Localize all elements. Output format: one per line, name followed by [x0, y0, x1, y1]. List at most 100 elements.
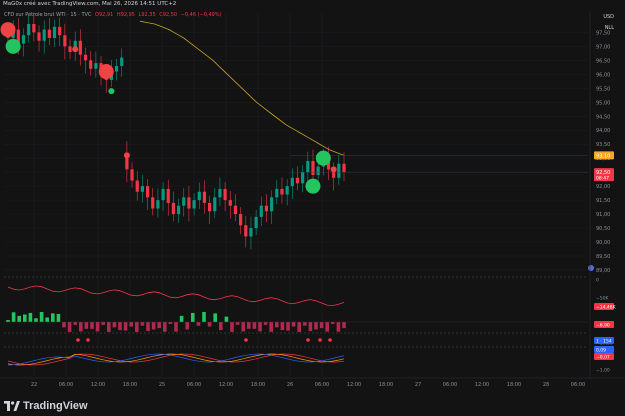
candle-body — [270, 197, 274, 212]
oscillator-line-0 — [7, 353, 345, 366]
candle-body — [58, 26, 62, 36]
volume-histogram-bar — [73, 322, 77, 325]
signal-marker — [306, 338, 310, 342]
signal-dot-down[interactable] — [72, 46, 79, 53]
signal-marker — [328, 338, 332, 342]
candle-body — [182, 197, 186, 206]
time-tick-label: 12:00 — [475, 382, 489, 388]
volume-histogram-bar — [252, 322, 257, 329]
candle-body — [264, 205, 269, 212]
candle-body — [187, 197, 191, 209]
candle-body — [301, 172, 305, 184]
volume-histogram-bar — [219, 322, 223, 331]
volume-histogram-bar — [247, 322, 251, 329]
legend-change: −0,46 (−0,49%) — [180, 12, 222, 18]
unit-badge[interactable]: NLL — [605, 25, 614, 31]
signal-marker — [244, 338, 248, 342]
indicator-axis-label: −6,90 — [596, 323, 610, 329]
candle-body — [311, 160, 315, 175]
volume-histogram-bar — [241, 322, 245, 332]
volume-histogram-bar — [280, 322, 285, 331]
volume-histogram-bar — [23, 314, 27, 322]
volume-histogram-bar — [45, 317, 49, 322]
signal-dot-down[interactable] — [98, 64, 114, 80]
price-tick-label: 96,00 — [596, 72, 610, 78]
time-tick-label: 26 — [287, 382, 293, 388]
tradingview-logo-icon — [4, 401, 20, 411]
signal-dot-up[interactable] — [108, 88, 115, 95]
price-tick-label: 94,00 — [596, 128, 610, 134]
alert-flag-icon[interactable] — [588, 265, 594, 271]
signal-dot-up[interactable] — [305, 178, 321, 194]
volume-histogram-bar — [331, 322, 335, 325]
time-tick-label: 06:00 — [59, 382, 73, 388]
candle-body — [254, 216, 258, 229]
indicator-axis-label: 0,09 — [596, 348, 606, 354]
volume-histogram-bar — [286, 322, 290, 331]
price-tick-label: 93,50 — [596, 142, 610, 148]
indicator-axis-label: −50K — [596, 296, 609, 302]
signal-dot-down[interactable] — [330, 166, 337, 173]
signal-dot-up[interactable] — [5, 38, 21, 54]
price-tag-label: 93,10 — [596, 153, 610, 159]
price-tick-label: 91,50 — [596, 198, 610, 204]
candle-body — [218, 188, 222, 198]
legend-high: H92,95 — [116, 12, 135, 18]
oscillator-line-1 — [7, 353, 345, 366]
candle-body — [223, 188, 227, 201]
legend-open: O92,91 — [95, 12, 114, 18]
signal-dot-down[interactable] — [123, 152, 130, 159]
candle-body — [114, 65, 119, 72]
price-tick-label: 96,50 — [596, 58, 610, 64]
indicator-axis-label: 0 — [596, 278, 599, 284]
volume-histogram-bar — [202, 312, 206, 322]
candle-body — [135, 180, 139, 192]
indicator-axis-label: 1 · 154 — [596, 339, 612, 345]
candle-body — [259, 205, 263, 217]
signal-dot-down[interactable] — [0, 22, 16, 38]
currency-label[interactable]: USD — [603, 14, 614, 20]
time-tick-label: 27 — [415, 382, 421, 388]
candle-body — [171, 202, 176, 215]
volume-histogram-bar — [129, 322, 133, 327]
volume-histogram-bar — [230, 322, 234, 332]
time-tick-label: 28 — [543, 382, 549, 388]
candle-body — [68, 46, 72, 52]
volume-histogram-bar — [297, 322, 301, 332]
candle-body — [342, 163, 346, 173]
volume-histogram-bar — [157, 322, 161, 329]
candle-body — [244, 225, 248, 237]
candle-body — [275, 188, 279, 198]
price-tick-label: 95,50 — [596, 86, 610, 92]
time-tick-label: 25 — [159, 382, 165, 388]
price-tick-label: 95,00 — [596, 100, 610, 106]
candle-body — [89, 60, 93, 69]
signal-marker — [318, 338, 322, 342]
volume-histogram-bar — [135, 322, 139, 332]
candle-body — [176, 205, 181, 215]
oscillator-line-2 — [7, 353, 345, 366]
volume-histogram-bar — [95, 322, 100, 332]
indicator-axis-label: −0,07 — [596, 355, 610, 361]
time-tick-label: 12:00 — [219, 382, 233, 388]
tradingview-logo[interactable]: TradingView — [4, 400, 88, 412]
candle-body — [32, 24, 36, 33]
legend-values: O92,91 H92,95 L92,35 C92,50 −0,46 (−0,49… — [93, 12, 222, 18]
chart-canvas[interactable]: 97,50 97,00 96,50 96,00 95,50 95,00 94,50 94,00… — [0, 0, 625, 416]
time-tick-label: 18:00 — [507, 382, 521, 388]
signal-marker — [86, 338, 90, 342]
candle-body — [166, 188, 170, 203]
signal-dot-up[interactable] — [315, 150, 331, 166]
candle-body — [78, 40, 82, 55]
price-tick-label: 94,50 — [596, 114, 610, 120]
volume-histogram-bar — [56, 313, 61, 322]
attribution-bar: MaG0x créé avec TradingView.com, Mai 26,… — [0, 0, 625, 9]
price-tick-label: 89,00 — [596, 268, 610, 274]
volume-histogram-bar — [269, 322, 273, 332]
candle-body — [213, 197, 217, 212]
volume-histogram-bar — [174, 322, 178, 332]
volume-histogram-bar — [314, 322, 318, 330]
volume-histogram-bar — [196, 322, 201, 326]
volume-histogram-bar — [151, 322, 156, 330]
volume-histogram-bar — [118, 322, 122, 331]
